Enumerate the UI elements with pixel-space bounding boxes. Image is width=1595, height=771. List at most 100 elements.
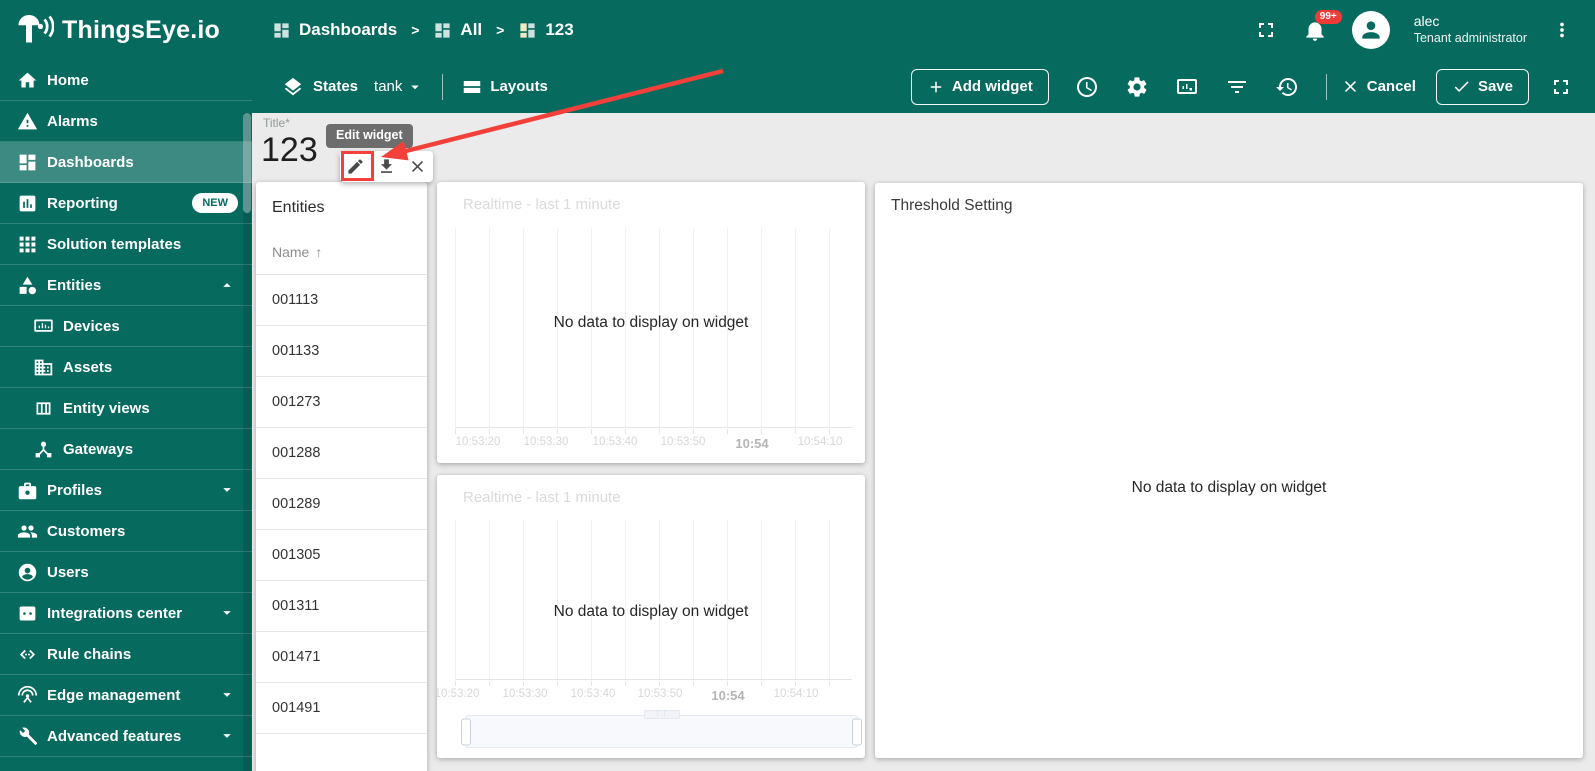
sidebar-item-advanced-features[interactable]: Advanced features <box>0 716 252 757</box>
sidebar-item-integrations-center[interactable]: Integrations center <box>0 593 252 634</box>
sidebar-item-entity-views[interactable]: Entity views <box>0 388 252 429</box>
table-row[interactable]: 001273 <box>256 377 427 428</box>
plus-icon <box>927 78 945 96</box>
sidebar-item-edge-management[interactable]: Edge management <box>0 675 252 716</box>
table-row[interactable]: 001491 <box>256 683 427 734</box>
building-icon <box>33 357 54 378</box>
home-icon <box>17 70 38 91</box>
add-widget-button[interactable]: Add widget <box>911 69 1049 105</box>
column-header-name[interactable]: Name ↑ <box>256 217 427 260</box>
chevron-down-icon <box>218 481 236 499</box>
table-row[interactable]: 001471 <box>256 632 427 683</box>
notifications-button[interactable]: 99+ <box>1302 17 1328 43</box>
caret-down-icon <box>406 78 424 96</box>
breadcrumb: Dashboards > All > 123 <box>272 20 574 40</box>
table-row[interactable]: 001305 <box>256 530 427 581</box>
breadcrumb-separator: > <box>411 22 419 38</box>
no-data-message: No data to display on widget <box>875 479 1583 497</box>
data-zoom-slider[interactable]: ⋮⋮ <box>465 715 858 748</box>
sidebar-item-reporting[interactable]: Reporting NEW <box>0 183 252 224</box>
version-control-button[interactable] <box>1275 75 1299 99</box>
sidebar-item-devices[interactable]: Devices <box>0 306 252 347</box>
save-button[interactable]: Save <box>1436 69 1529 105</box>
sidebar-item-customers[interactable]: Customers <box>0 511 252 552</box>
layouts-button[interactable]: Layouts <box>461 76 548 98</box>
data-zoom-left-handle[interactable] <box>461 718 471 745</box>
toolbar-divider <box>442 74 443 100</box>
table-row[interactable]: 001311 <box>256 581 427 632</box>
app-logo[interactable]: ThingsEye.io <box>0 11 220 49</box>
close-icon <box>408 157 427 176</box>
chevron-up-icon <box>218 276 236 294</box>
sidebar-item-solution-templates[interactable]: Solution templates <box>0 224 252 265</box>
data-zoom-right-handle[interactable] <box>852 718 862 745</box>
person-icon <box>1358 17 1384 43</box>
sidebar-item-entities[interactable]: Entities <box>0 265 252 306</box>
integration-box-icon <box>17 603 38 624</box>
edit-widget-button[interactable] <box>340 151 371 182</box>
dashboard-settings-button[interactable] <box>1125 75 1149 99</box>
sidebar-item-home[interactable]: Home <box>0 60 252 101</box>
header-actions: 99+ alec Tenant administrator <box>1254 11 1595 49</box>
table-row[interactable]: 001289 <box>256 479 427 530</box>
people-icon <box>17 521 38 542</box>
devices-icon <box>33 316 54 337</box>
dashboard-icon <box>17 152 38 173</box>
chevron-down-icon <box>218 604 236 622</box>
report-chart-icon <box>17 193 38 214</box>
notification-badge: 99+ <box>1315 10 1342 24</box>
breadcrumb-all[interactable]: All <box>433 20 482 40</box>
fullscreen-button[interactable] <box>1254 18 1278 42</box>
table-row[interactable]: 001113 <box>256 275 427 326</box>
logo-icon <box>14 11 54 49</box>
chart-plot-area <box>455 520 852 680</box>
remove-widget-button[interactable] <box>402 151 433 182</box>
toolbar-divider <box>1326 74 1327 100</box>
filters-button[interactable] <box>1225 75 1249 99</box>
user-avatar-button[interactable] <box>1352 11 1390 49</box>
chevron-down-icon <box>218 727 236 745</box>
sidebar-item-dashboards[interactable]: Dashboards <box>0 142 252 183</box>
chart-timewindow-label: Realtime - last 1 minute <box>463 489 621 506</box>
rows-icon <box>461 76 483 98</box>
widget-title: Threshold Setting <box>875 183 1583 215</box>
sidebar-item-profiles[interactable]: Profiles <box>0 470 252 511</box>
entity-aliases-button[interactable] <box>1175 75 1199 99</box>
state-select[interactable]: tank <box>374 78 424 96</box>
edit-widget-tooltip: Edit widget <box>326 124 413 148</box>
sidebar-item-users[interactable]: Users <box>0 552 252 593</box>
chart-axis-ticks <box>455 429 852 434</box>
user-name: alec <box>1414 13 1527 31</box>
pencil-icon <box>346 157 365 176</box>
dashboard-title-input[interactable]: 123 <box>261 131 318 170</box>
cancel-button[interactable]: Cancel <box>1341 77 1416 96</box>
sort-asc-icon: ↑ <box>315 244 322 260</box>
sidebar-item-assets[interactable]: Assets <box>0 347 252 388</box>
breadcrumb-dashboards[interactable]: Dashboards <box>272 20 397 40</box>
data-zoom-grip[interactable]: ⋮⋮ <box>644 710 680 719</box>
export-widget-button[interactable] <box>371 151 402 182</box>
kebab-menu-button[interactable] <box>1551 19 1573 41</box>
category-icon <box>17 275 38 296</box>
table-row[interactable]: 001133 <box>256 326 427 377</box>
widget-action-bar <box>340 151 433 182</box>
new-badge: NEW <box>192 193 238 213</box>
clock-icon <box>1075 75 1099 99</box>
timewindow-button[interactable] <box>1075 75 1099 99</box>
sidebar-item-gateways[interactable]: Gateways <box>0 429 252 470</box>
sidebar-scrollbar-thumb[interactable] <box>243 113 251 213</box>
history-icon <box>1275 75 1299 99</box>
top-header: ThingsEye.io Dashboards > All > 123 99+ <box>0 0 1595 60</box>
sidebar-item-rule-chains[interactable]: Rule chains <box>0 634 252 675</box>
account-circle-icon <box>17 562 38 583</box>
breadcrumb-current-dashboard[interactable]: 123 <box>518 20 573 40</box>
table-row[interactable]: 001288 <box>256 428 427 479</box>
filter-icon <box>1225 75 1249 99</box>
dashboard-group-icon <box>433 21 452 40</box>
sidebar-item-alarms[interactable]: Alarms <box>0 101 252 142</box>
widget-title: Entities <box>256 182 427 217</box>
dashboard-icon <box>272 21 291 40</box>
warning-icon <box>17 111 38 132</box>
toolbar-fullscreen-button[interactable] <box>1549 75 1573 99</box>
sidebar-nav: Home Alarms Dashboards Reporting NEW Sol… <box>0 60 252 771</box>
